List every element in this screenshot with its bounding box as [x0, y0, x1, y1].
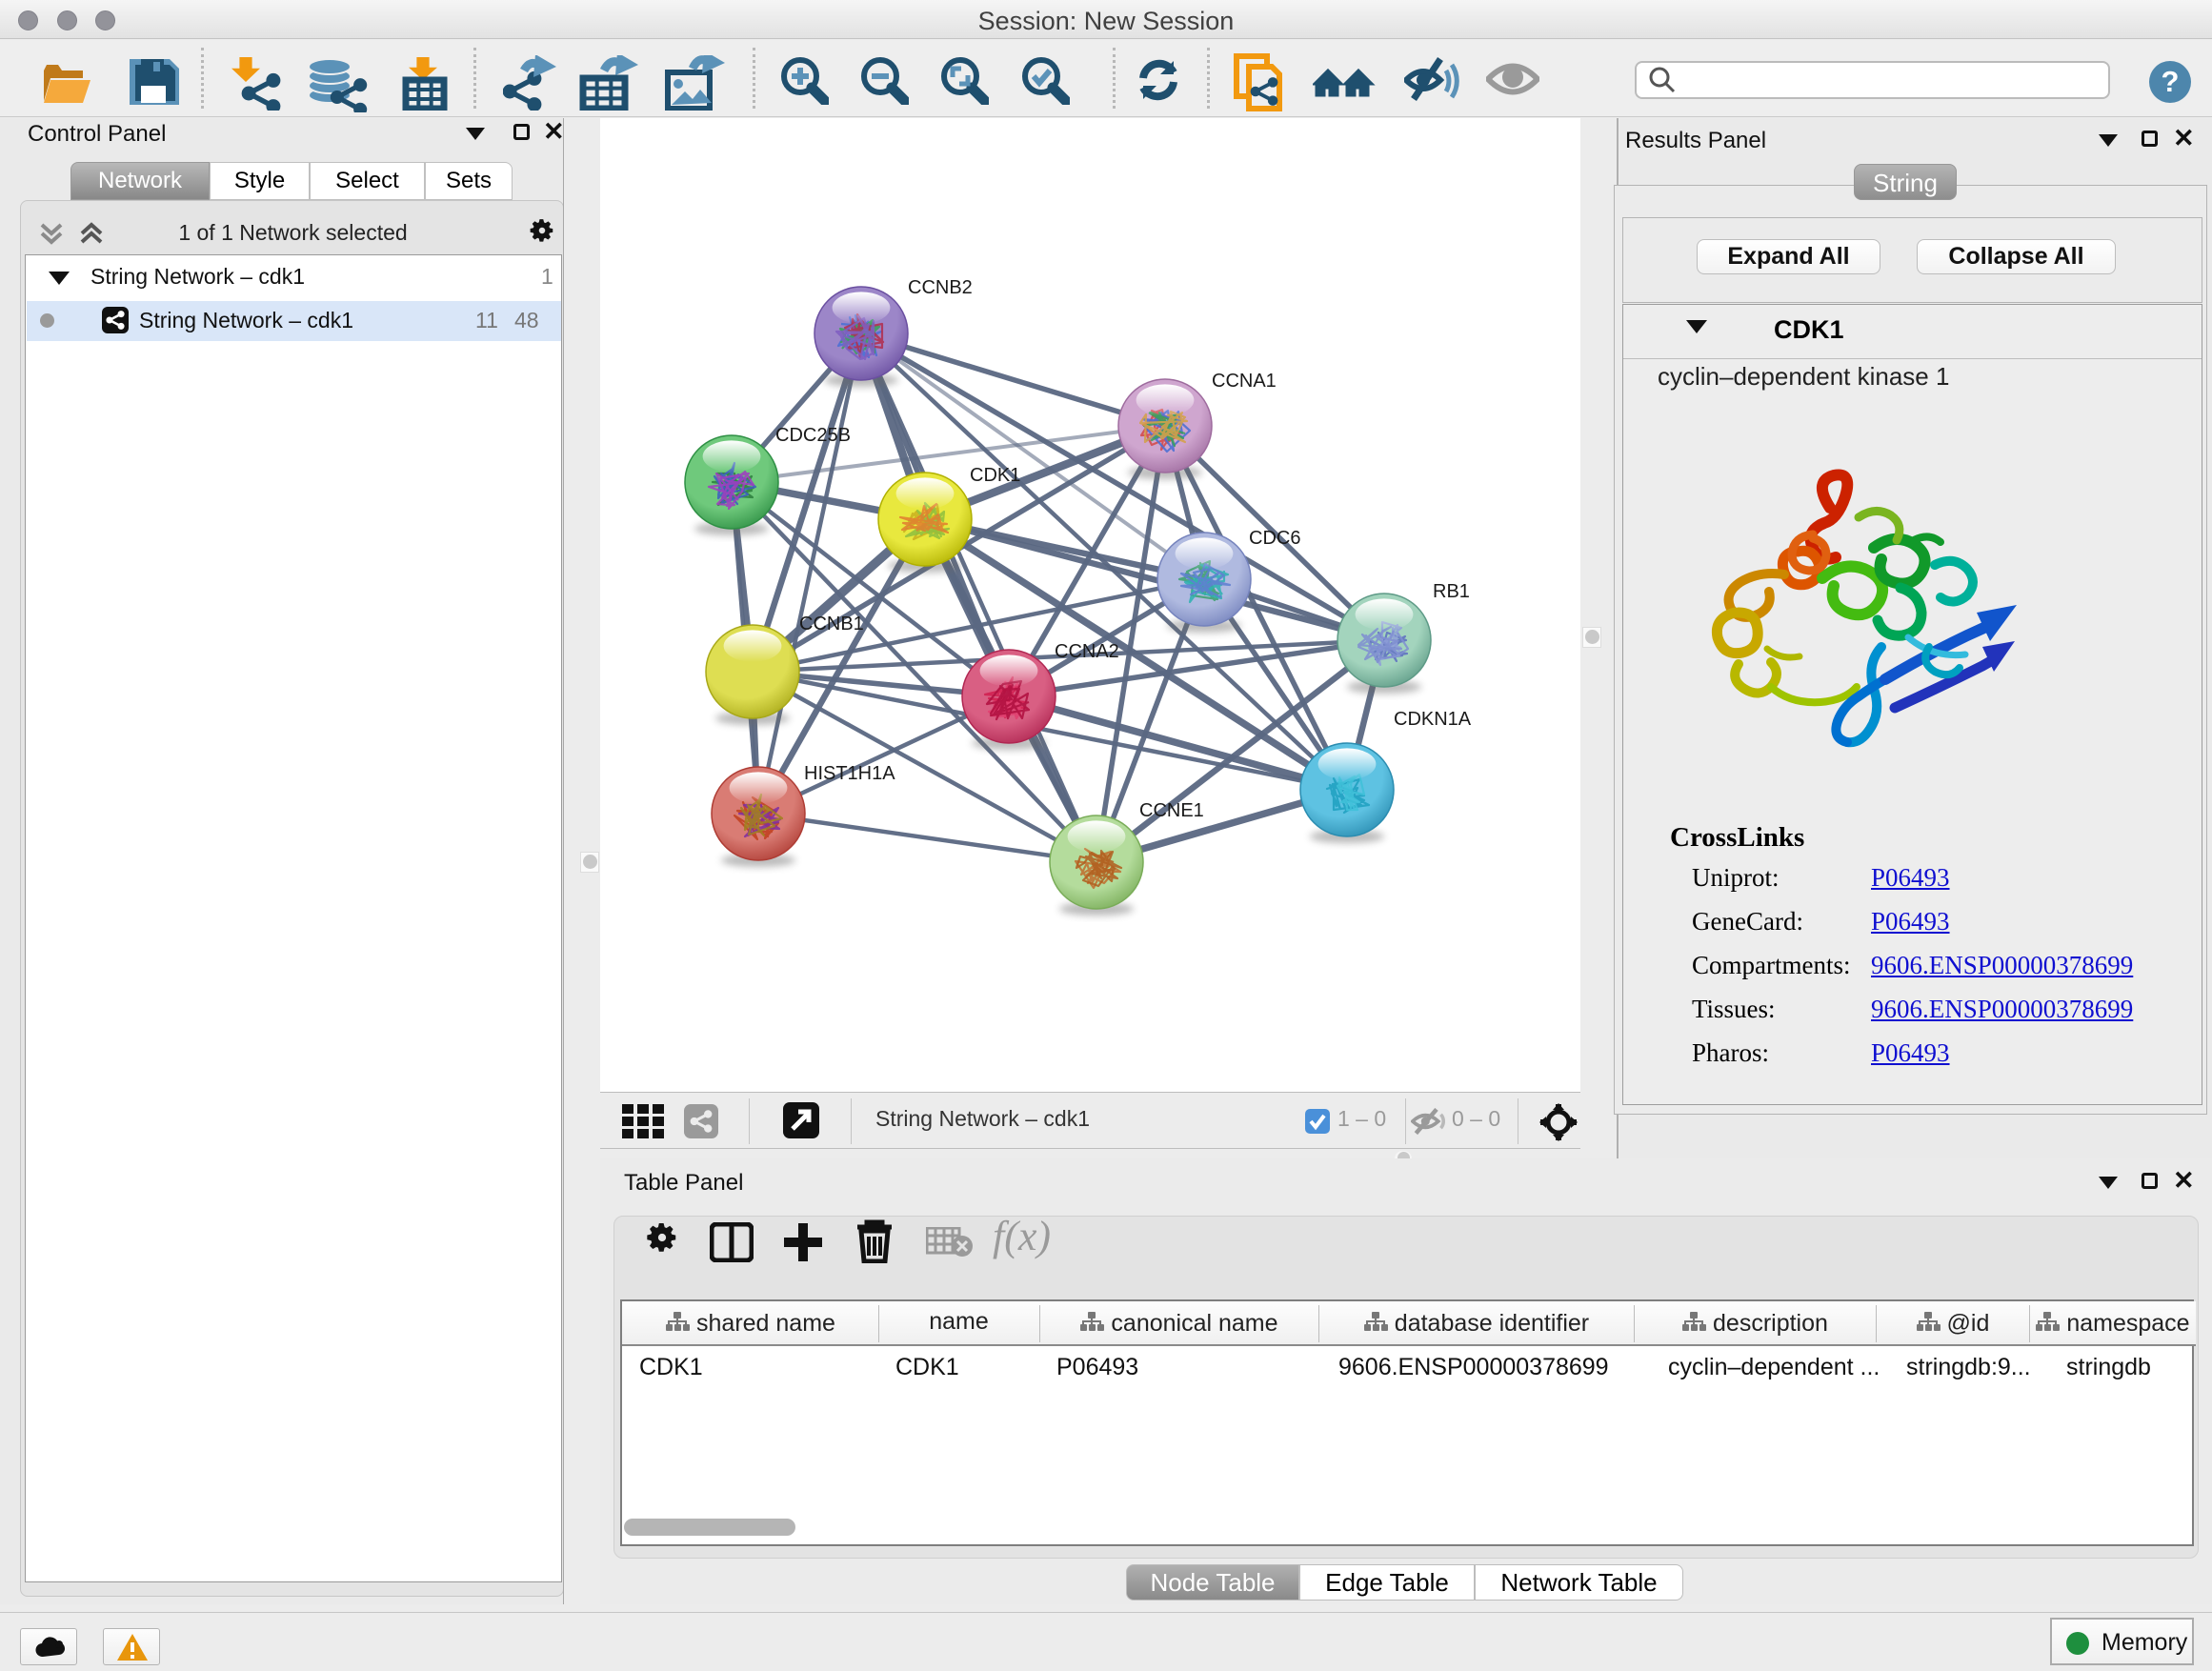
svg-text:CCNB2: CCNB2: [908, 277, 973, 298]
svg-text:CDC25B: CDC25B: [775, 425, 851, 446]
svg-text:CDKN1A: CDKN1A: [1394, 709, 1472, 730]
svg-text:CCNE1: CCNE1: [1139, 800, 1204, 821]
svg-text:HIST1H1A: HIST1H1A: [804, 763, 895, 784]
svg-text:RB1: RB1: [1433, 581, 1470, 602]
svg-text:CDK1: CDK1: [970, 465, 1020, 486]
svg-text:CDC6: CDC6: [1249, 528, 1300, 549]
svg-text:CCNB1: CCNB1: [799, 614, 864, 634]
svg-text:CCNA1: CCNA1: [1212, 371, 1277, 392]
svg-text:CCNA2: CCNA2: [1055, 641, 1119, 662]
